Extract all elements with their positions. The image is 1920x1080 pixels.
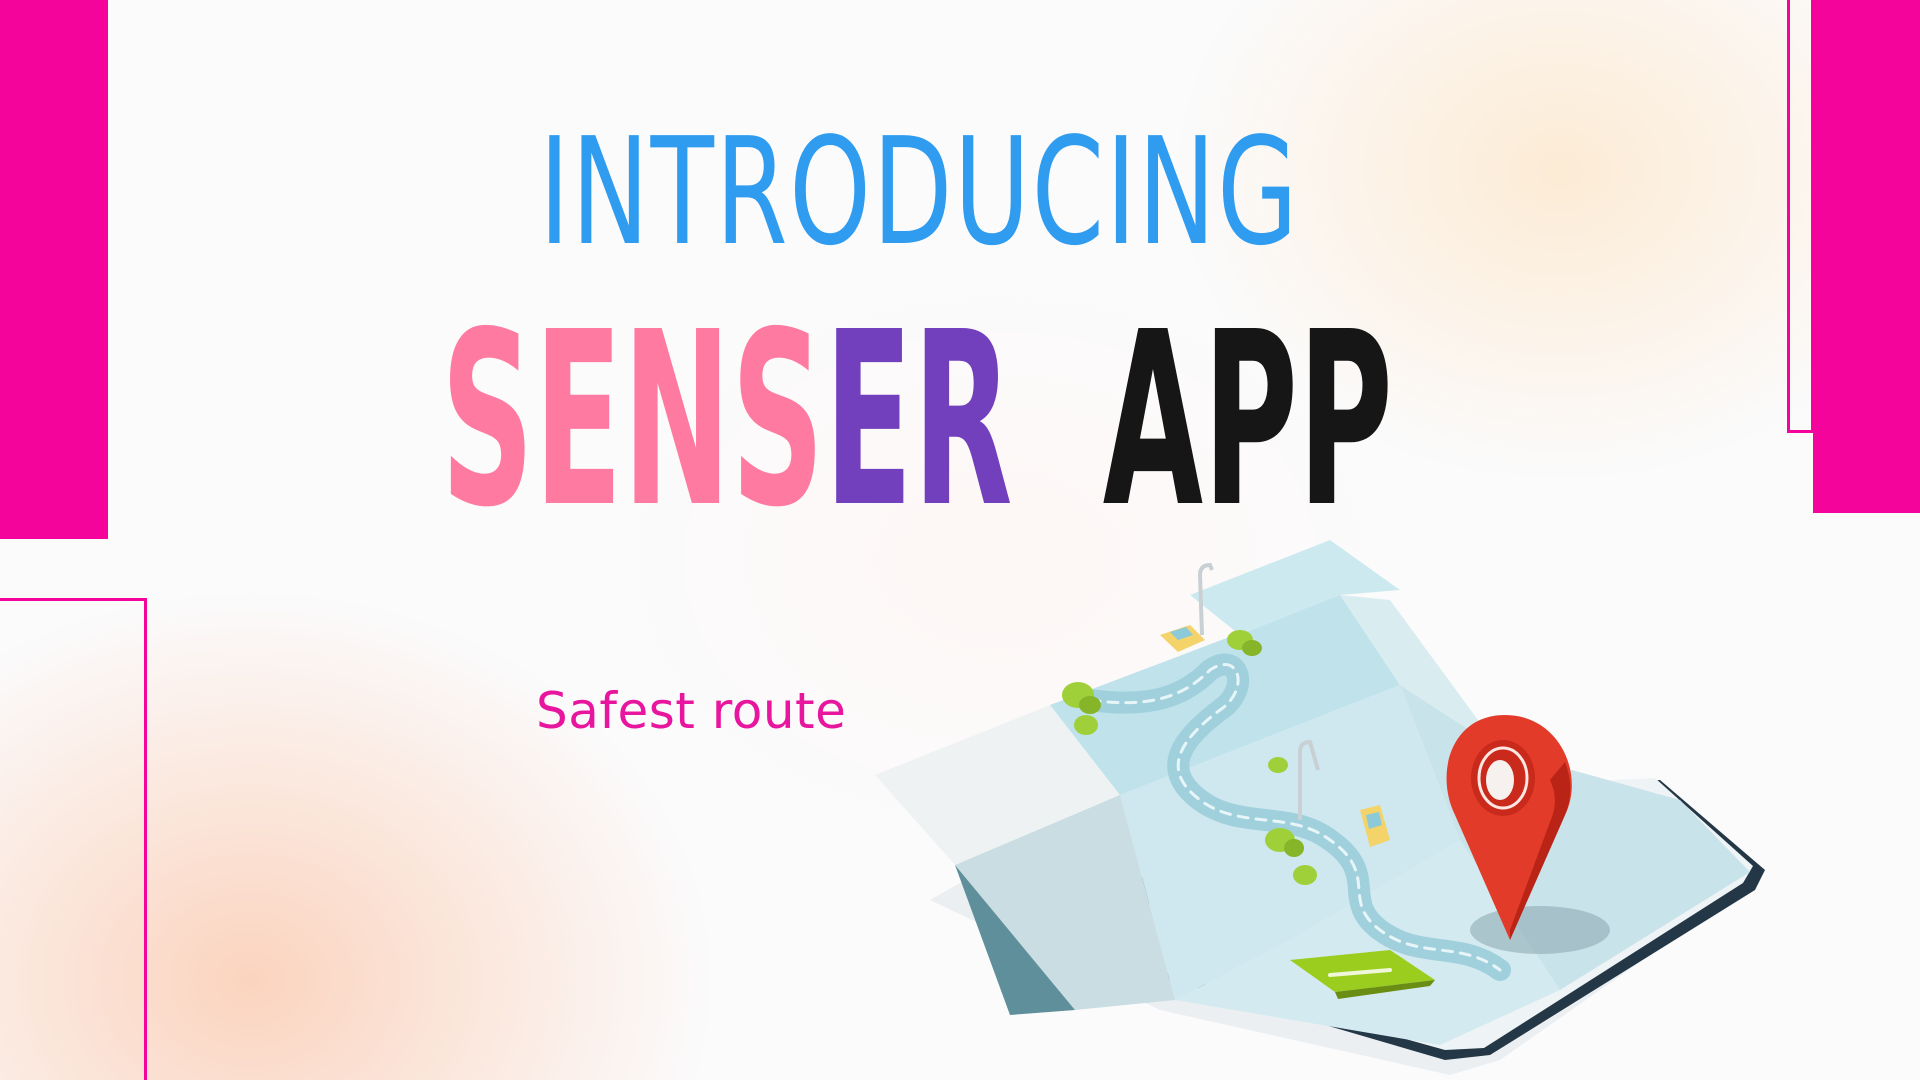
map-illustration <box>875 540 1765 1075</box>
heading-er: ER <box>824 280 1013 560</box>
pink-bar-right <box>1813 0 1920 513</box>
tagline: Safest route <box>536 682 847 740</box>
pink-bar-left <box>0 0 108 539</box>
pink-outline-right <box>1787 0 1814 433</box>
heading-introducing: INTRODUCING <box>539 106 1300 278</box>
heading-sens: SENS <box>440 280 825 560</box>
heading-app: APP <box>1102 280 1393 560</box>
heading-app-name: SENSER APP <box>365 300 1469 540</box>
pink-outline-left <box>0 598 147 1080</box>
